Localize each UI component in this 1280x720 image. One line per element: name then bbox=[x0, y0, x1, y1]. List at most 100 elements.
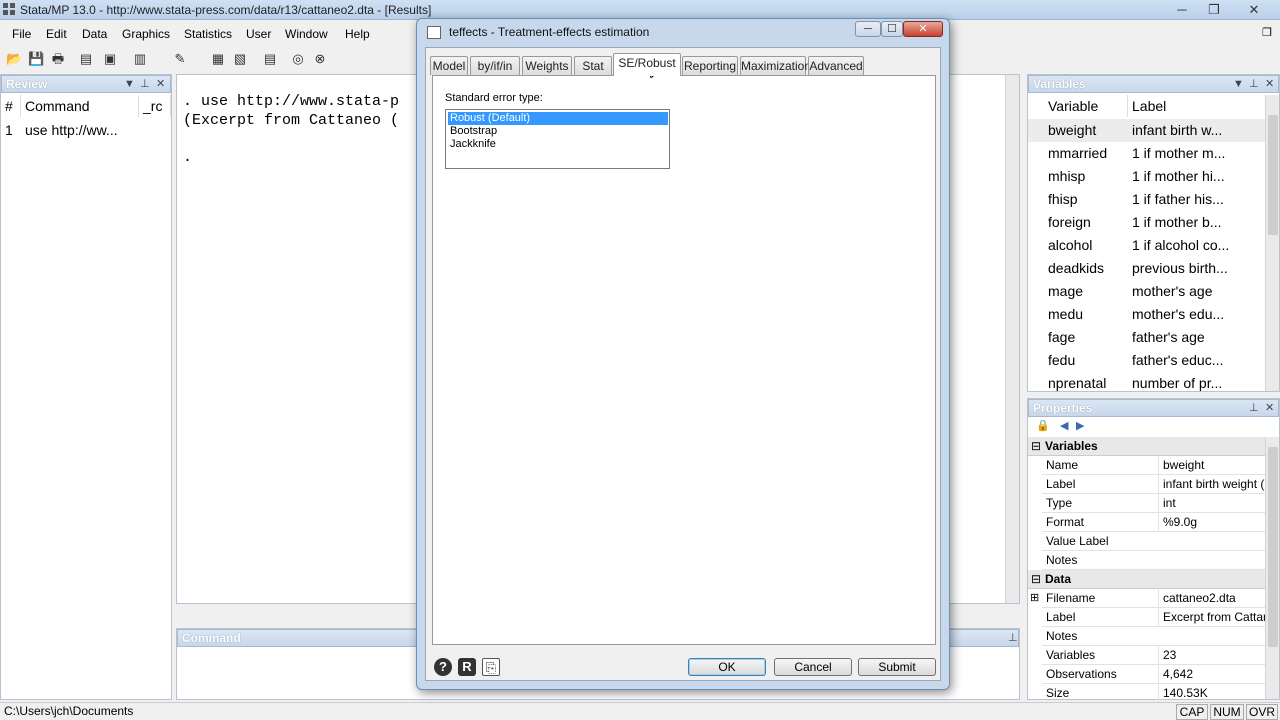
tab-se-robust[interactable]: SE/Robust bbox=[613, 53, 681, 76]
se-option-robust[interactable]: Robust (Default) bbox=[447, 111, 669, 126]
menu-graphics[interactable]: Graphics bbox=[122, 27, 170, 41]
copy-command-icon[interactable]: ⎘ bbox=[482, 658, 500, 676]
log-icon[interactable]: ▤ bbox=[78, 51, 94, 67]
submit-button[interactable]: Submit bbox=[858, 658, 936, 676]
help-icon[interactable]: ? bbox=[434, 658, 452, 676]
menu-file[interactable]: File bbox=[12, 27, 31, 41]
tab-model[interactable]: Model bbox=[430, 56, 468, 75]
scrollbar-thumb[interactable] bbox=[1268, 447, 1278, 647]
property-row[interactable]: Name bweight bbox=[1042, 456, 1266, 475]
do-file-editor-icon[interactable]: ✎ bbox=[172, 51, 188, 67]
property-row[interactable]: Format %9.0g bbox=[1042, 513, 1266, 532]
pin-icon[interactable]: ⊥ bbox=[1249, 400, 1259, 416]
tab-stat[interactable]: Stat bbox=[574, 56, 612, 75]
open-icon[interactable]: 📂 bbox=[6, 51, 22, 67]
menu-help[interactable]: Help bbox=[345, 27, 370, 41]
close-icon[interactable]: ✕ bbox=[156, 76, 165, 92]
review-col-rc[interactable]: _rc bbox=[139, 95, 171, 117]
menu-edit[interactable]: Edit bbox=[46, 27, 67, 41]
variable-row[interactable]: mhisp 1 if mother hi... bbox=[1028, 165, 1266, 188]
more-icon[interactable]: ◎ bbox=[290, 51, 306, 67]
filter-icon[interactable]: ▼ bbox=[1233, 76, 1244, 92]
se-type-list[interactable]: Robust (Default) Bootstrap Jackknife bbox=[445, 109, 670, 169]
property-row[interactable]: Observations 4,642 bbox=[1042, 665, 1266, 684]
print-icon[interactable]: 🖶 bbox=[50, 51, 66, 67]
property-row[interactable]: Variables 23 bbox=[1042, 646, 1266, 665]
scrollbar-thumb[interactable] bbox=[1268, 115, 1278, 235]
tab-by-if-in[interactable]: by/if/in bbox=[470, 56, 520, 75]
property-row[interactable]: Size 140.53K bbox=[1042, 684, 1266, 703]
close-icon[interactable]: ✕ bbox=[1265, 400, 1274, 416]
data-editor-icon[interactable]: ▦ bbox=[210, 51, 226, 67]
minimize-button[interactable]: ─ bbox=[1168, 1, 1196, 18]
collapse-icon[interactable]: ⊟ bbox=[1031, 570, 1041, 589]
variables-scrollbar[interactable] bbox=[1265, 95, 1279, 391]
viewer-icon[interactable]: ▣ bbox=[102, 51, 118, 67]
results-scrollbar[interactable] bbox=[1005, 75, 1019, 603]
reset-icon[interactable]: R bbox=[458, 658, 476, 676]
graph-icon[interactable]: ▥ bbox=[132, 51, 148, 67]
property-row[interactable]: Value Label bbox=[1042, 532, 1266, 551]
property-row[interactable]: Type int bbox=[1042, 494, 1266, 513]
variable-row[interactable]: medu mother's edu... bbox=[1028, 303, 1266, 326]
review-col-num[interactable]: # bbox=[1, 95, 21, 117]
menu-window[interactable]: Window bbox=[285, 27, 328, 41]
property-key: Observations bbox=[1046, 667, 1117, 681]
review-col-command[interactable]: Command bbox=[21, 95, 139, 117]
section-variables[interactable]: ⊟ Variables bbox=[1028, 437, 1266, 456]
variable-row[interactable]: alcohol 1 if alcohol co... bbox=[1028, 234, 1266, 257]
variable-row[interactable]: fhisp 1 if father his... bbox=[1028, 188, 1266, 211]
property-row[interactable]: ⊞ Filename cattaneo2.dta bbox=[1030, 589, 1266, 608]
expand-icon[interactable]: ⊞ bbox=[1030, 589, 1039, 608]
lock-icon[interactable]: 🔒 bbox=[1036, 419, 1050, 432]
variable-row[interactable]: mmarried 1 if mother m... bbox=[1028, 142, 1266, 165]
close-button[interactable]: ✕ bbox=[1240, 1, 1268, 18]
variable-row[interactable]: foreign 1 if mother b... bbox=[1028, 211, 1266, 234]
tab-advanced[interactable]: Advanced bbox=[808, 56, 864, 75]
variable-label: 1 if father his... bbox=[1132, 191, 1224, 207]
dialog-maximize-button[interactable]: ☐ bbox=[881, 21, 903, 37]
pin-icon[interactable]: ⊥ bbox=[1249, 76, 1259, 92]
variable-row[interactable]: bweight infant birth w... bbox=[1028, 119, 1266, 142]
variable-row[interactable]: mage mother's age bbox=[1028, 280, 1266, 303]
property-row[interactable]: Label Excerpt from Cattane bbox=[1042, 608, 1266, 627]
review-row[interactable]: 1 use http://ww... bbox=[1, 119, 171, 141]
property-row[interactable]: Label infant birth weight ( bbox=[1042, 475, 1266, 494]
close-icon[interactable]: ✕ bbox=[1265, 76, 1274, 92]
variable-row[interactable]: nprenatal number of pr... bbox=[1028, 372, 1266, 395]
menu-statistics[interactable]: Statistics bbox=[184, 27, 232, 41]
property-row[interactable]: Notes bbox=[1042, 551, 1266, 570]
variable-name: mmarried bbox=[1048, 145, 1108, 161]
back-arrow-icon[interactable]: ◀ bbox=[1060, 419, 1068, 432]
variable-row[interactable]: fedu father's educ... bbox=[1028, 349, 1266, 372]
variables-col-variable[interactable]: Variable bbox=[1028, 95, 1128, 117]
forward-arrow-icon[interactable]: ▶ bbox=[1076, 419, 1084, 432]
menu-data[interactable]: Data bbox=[82, 27, 107, 41]
dialog-close-button[interactable]: ✕ bbox=[903, 21, 943, 37]
variable-row[interactable]: fage father's age bbox=[1028, 326, 1266, 349]
dialog-minimize-button[interactable]: ─ bbox=[855, 21, 881, 37]
ok-button[interactable]: OK bbox=[688, 658, 766, 676]
pin-icon[interactable]: ⊥ bbox=[140, 76, 150, 92]
cancel-button[interactable]: Cancel bbox=[774, 658, 852, 676]
properties-scrollbar[interactable] bbox=[1265, 437, 1279, 699]
restore-button[interactable]: ❐ bbox=[1200, 1, 1228, 18]
mdi-restore-icon[interactable]: ❐ bbox=[1262, 26, 1272, 39]
variable-row[interactable]: deadkids previous birth... bbox=[1028, 257, 1266, 280]
tab-weights[interactable]: Weights bbox=[522, 56, 572, 75]
filter-icon[interactable]: ▼ bbox=[124, 76, 135, 92]
variables-manager-icon[interactable]: ▤ bbox=[262, 51, 278, 67]
se-option-bootstrap[interactable]: Bootstrap bbox=[448, 125, 668, 138]
break-icon[interactable]: ⊗ bbox=[312, 51, 328, 67]
collapse-icon[interactable]: ⊟ bbox=[1031, 437, 1041, 456]
tab-reporting[interactable]: Reporting bbox=[682, 56, 738, 75]
menu-user[interactable]: User bbox=[246, 27, 271, 41]
save-icon[interactable]: 💾 bbox=[28, 51, 44, 67]
pin-icon[interactable]: ⊥ bbox=[1008, 630, 1018, 646]
tab-maximization[interactable]: Maximization bbox=[740, 56, 811, 75]
se-option-jackknife[interactable]: Jackknife bbox=[448, 138, 668, 151]
section-data[interactable]: ⊟ Data bbox=[1028, 570, 1266, 589]
variables-col-label[interactable]: Label bbox=[1128, 95, 1266, 117]
property-row[interactable]: Notes bbox=[1042, 627, 1266, 646]
data-browser-icon[interactable]: ▧ bbox=[232, 51, 248, 67]
